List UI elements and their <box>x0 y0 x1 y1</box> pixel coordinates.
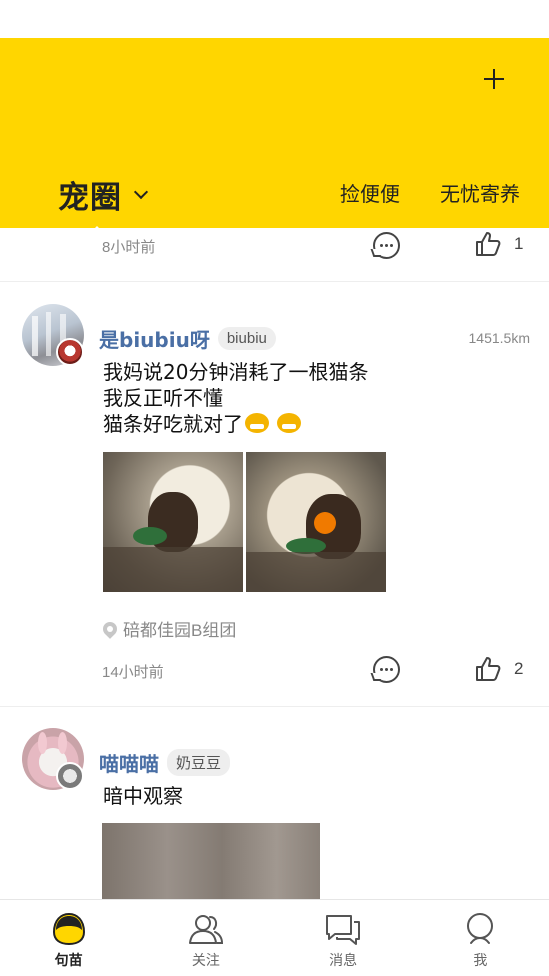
comment-icon[interactable] <box>373 656 400 683</box>
distance: 1451.5km <box>468 330 530 346</box>
tab-label: 句苗 <box>54 952 83 968</box>
tab-home[interactable]: 句苗 <box>0 900 137 976</box>
feed-list[interactable]: 8小时前 1 是biubiu呀 biubiu 1451.5km 我妈说20分钟消… <box>0 228 549 899</box>
post-location[interactable]: 碚都佳园B组团 <box>100 616 237 641</box>
plus-icon[interactable] <box>477 62 511 96</box>
post-line: 暗中观察 <box>103 784 183 808</box>
bottom-tab-bar: 句苗 关注 消息 我 <box>0 899 549 976</box>
tab-label: 关注 <box>191 952 220 968</box>
follow-icon <box>188 915 223 944</box>
post-line: 我妈说20分钟消耗了一根猫条 <box>103 360 369 384</box>
username[interactable]: 是biubiu呀 <box>99 324 210 353</box>
pet-avatar-badge <box>56 338 84 366</box>
post-photo[interactable] <box>246 452 386 592</box>
post-text[interactable]: 我妈说20分钟消耗了一根猫条 我反正听不懂 猫条好吃就对了 <box>103 359 368 437</box>
post-time: 8小时前 <box>102 239 156 256</box>
like-button[interactable]: 1 <box>474 230 523 258</box>
tab-pick-poop[interactable]: 捡便便 <box>340 178 400 207</box>
username[interactable]: 喵喵喵 <box>99 748 159 777</box>
tab-label: 消息 <box>329 952 358 968</box>
post-time: 14小时前 <box>102 664 164 681</box>
tab-follow[interactable]: 关注 <box>137 900 274 976</box>
tab-me[interactable]: 我 <box>412 900 549 976</box>
post-photo[interactable] <box>102 823 320 899</box>
angry-face-emoji-icon <box>245 413 269 433</box>
post-author-row: 喵喵喵 奶豆豆 <box>99 748 231 777</box>
tab-label: 我 <box>473 952 488 968</box>
header: 宠圈 捡便便 无忧寄养 <box>0 38 549 232</box>
page-title: 宠圈 <box>58 180 122 216</box>
status-bar <box>0 0 549 38</box>
post-line: 猫条好吃就对了 <box>103 412 243 436</box>
chevron-down-icon <box>133 184 149 199</box>
divider <box>0 281 549 282</box>
thumbs-up-icon <box>476 657 501 681</box>
like-count: 2 <box>514 659 524 678</box>
pet-tag[interactable]: 奶豆豆 <box>167 749 231 776</box>
divider <box>0 706 549 707</box>
pet-avatar-badge <box>56 762 84 790</box>
cat-face-icon <box>52 912 85 946</box>
post-author-row: 是biubiu呀 biubiu <box>99 324 276 353</box>
comment-icon[interactable] <box>373 232 400 259</box>
like-count: 1 <box>514 234 524 253</box>
tab-messages[interactable]: 消息 <box>275 900 412 976</box>
post-line: 我反正听不懂 <box>103 386 223 410</box>
angry-face-emoji-icon <box>277 413 301 433</box>
pet-tag[interactable]: biubiu <box>217 327 276 350</box>
location-text: 碚都佳园B组团 <box>123 621 237 640</box>
post-photo[interactable] <box>103 452 243 592</box>
profile-icon <box>467 913 494 944</box>
message-icon <box>326 915 361 945</box>
like-button[interactable]: 2 <box>474 655 523 683</box>
thumbs-up-icon <box>476 232 501 256</box>
circle-selector[interactable]: 宠圈 <box>58 172 149 217</box>
location-pin-icon <box>100 618 120 639</box>
tab-pet-boarding[interactable]: 无忧寄养 <box>440 178 520 207</box>
post-text[interactable]: 暗中观察 <box>103 783 183 809</box>
